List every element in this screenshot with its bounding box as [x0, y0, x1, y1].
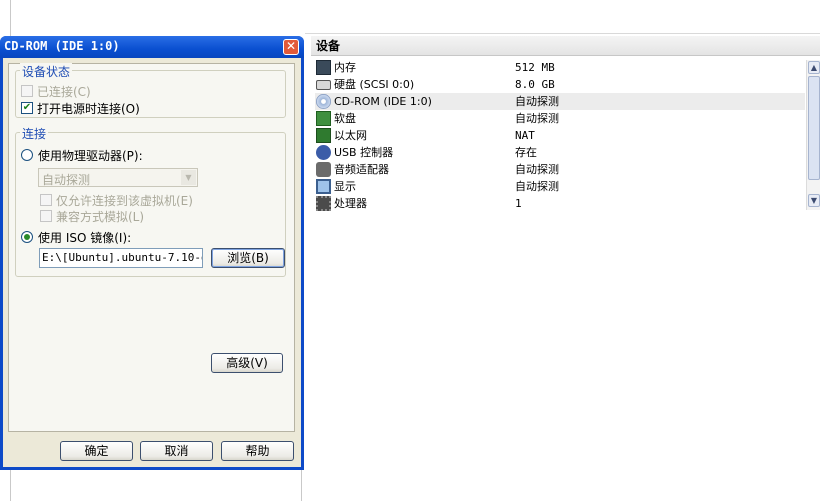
ethernet-icon: [316, 128, 331, 143]
chevron-down-icon: ▼: [181, 170, 196, 185]
scroll-down-button[interactable]: ▼: [808, 194, 820, 207]
close-button[interactable]: ✕: [283, 39, 299, 55]
device-row[interactable]: 硬盘 (SCSI 0:0) 8.0 GB: [315, 76, 805, 93]
device-name: 显示: [334, 180, 356, 193]
device-name: 软盘: [334, 112, 356, 125]
help-button[interactable]: 帮助: [221, 441, 294, 461]
radio-selected-dot: [24, 234, 30, 240]
display-icon: [316, 179, 331, 194]
iso-path-input[interactable]: E:\[Ubuntu].ubuntu-7.10-de: [39, 248, 203, 268]
device-name: 以太网: [334, 129, 367, 142]
device-summary: 自动探测: [515, 180, 559, 193]
device-row[interactable]: CD-ROM (IDE 1:0) 自动探测: [315, 93, 805, 110]
close-icon: ✕: [285, 39, 297, 53]
device-row[interactable]: 以太网 NAT: [315, 127, 805, 144]
background-window-border: [10, 0, 11, 36]
background-toolbar-divider: [305, 33, 820, 34]
device-summary: 1: [515, 197, 522, 210]
exclusive-checkbox[interactable]: [40, 194, 52, 206]
device-row[interactable]: USB 控制器 存在: [315, 144, 805, 161]
device-summary: 512 MB: [515, 61, 555, 74]
checkmark-icon: ✔: [22, 102, 32, 113]
dialog-client-area: 设备状态 已连接(C) ✔ 打开电源时连接(O) 连接 使用物理驱动器(P): …: [3, 58, 301, 467]
device-name: 内存: [334, 61, 356, 74]
device-name: 音频适配器: [334, 163, 389, 176]
cdrom-icon: [316, 94, 331, 109]
device-list-panel: 设备 内存 512 MB 硬盘 (SCSI 0:0) 8.0 GB CD-ROM (ID…: [311, 36, 820, 256]
cancel-button[interactable]: 取消: [140, 441, 213, 461]
physical-drive-radio[interactable]: [21, 149, 33, 161]
ok-button[interactable]: 确定: [60, 441, 133, 461]
device-row[interactable]: 音频适配器 自动探测: [315, 161, 805, 178]
device-row[interactable]: 内存 512 MB: [315, 59, 805, 76]
device-summary: NAT: [515, 129, 535, 142]
device-status-group: 设备状态 已连接(C) ✔ 打开电源时连接(O): [15, 63, 286, 118]
cdrom-settings-dialog: CD-ROM (IDE 1:0) ✕ 设备状态 已连接(C) ✔ 打开电源时连接…: [0, 36, 304, 470]
device-list-header: 设备: [311, 36, 820, 56]
device-status-title: 设备状态: [20, 63, 73, 80]
connection-group: 连接 使用物理驱动器(P): 自动探测 ▼ 仅允许连接到该虚拟机(E) 兼容方式…: [15, 125, 286, 277]
connect-at-power-on-checkbox[interactable]: ✔: [21, 102, 33, 114]
device-summary: 自动探测: [515, 163, 559, 176]
processor-icon: [316, 196, 331, 211]
iso-image-label: 使用 ISO 镜像(I):: [38, 231, 132, 245]
device-summary: 8.0 GB: [515, 78, 555, 91]
device-name: USB 控制器: [334, 146, 394, 159]
legacy-emulation-label: 兼容方式模拟(L): [56, 210, 145, 224]
device-name: 硬盘 (SCSI 0:0): [334, 78, 415, 91]
dialog-title: CD-ROM (IDE 1:0): [4, 39, 120, 53]
scroll-up-button[interactable]: ▲: [808, 61, 820, 74]
connection-title: 连接: [20, 125, 49, 142]
drive-select-value: 自动探测: [42, 173, 91, 187]
physical-drive-select[interactable]: 自动探测 ▼: [38, 168, 198, 187]
device-summary: 自动探测: [515, 95, 559, 108]
usb-icon: [316, 145, 331, 160]
device-row[interactable]: 显示 自动探测: [315, 178, 805, 195]
advanced-button[interactable]: 高级(V): [211, 353, 283, 373]
iso-image-radio[interactable]: [21, 231, 33, 243]
memory-icon: [316, 60, 331, 75]
dialog-title-bar[interactable]: CD-ROM (IDE 1:0) ✕: [0, 36, 304, 58]
scroll-thumb[interactable]: [808, 76, 820, 180]
background-window-border-right: [301, 470, 302, 501]
exclusive-label: 仅允许连接到该虚拟机(E): [56, 194, 193, 208]
floppy-icon: [316, 111, 331, 126]
device-summary: 存在: [515, 146, 537, 159]
background-window-border-left: [10, 470, 11, 501]
hard-disk-icon: [316, 80, 331, 90]
device-name: 处理器: [334, 197, 367, 210]
connected-label: 已连接(C): [37, 85, 91, 99]
legacy-emulation-checkbox[interactable]: [40, 210, 52, 222]
physical-drive-label: 使用物理驱动器(P):: [38, 149, 143, 163]
connect-at-power-on-label: 打开电源时连接(O): [37, 102, 140, 116]
connected-checkbox[interactable]: [21, 85, 33, 97]
device-summary: 自动探测: [515, 112, 559, 125]
device-list-scrollbar[interactable]: ▲ ▼: [806, 60, 820, 210]
device-row[interactable]: 软盘 自动探测: [315, 110, 805, 127]
device-name: CD-ROM (IDE 1:0): [334, 95, 432, 108]
browse-button[interactable]: 浏览(B): [211, 248, 285, 268]
settings-panel: 设备状态 已连接(C) ✔ 打开电源时连接(O) 连接 使用物理驱动器(P): …: [8, 63, 295, 432]
audio-icon: [316, 162, 331, 177]
device-row[interactable]: 处理器 1: [315, 195, 805, 212]
